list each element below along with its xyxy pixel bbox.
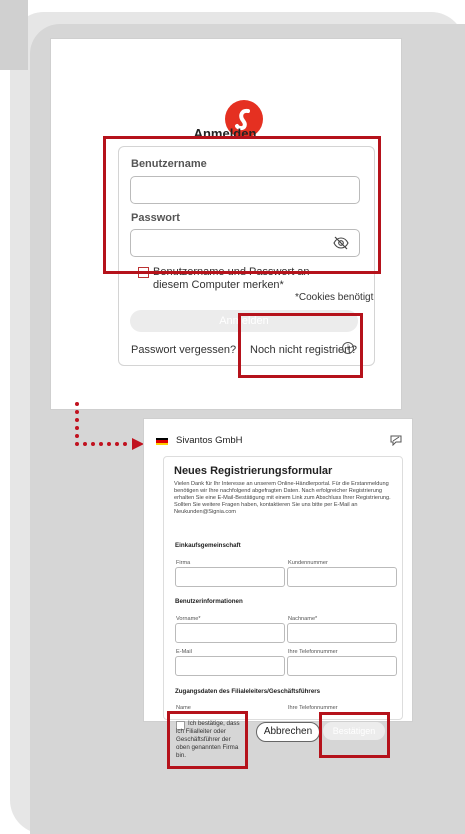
kundennummer-input[interactable] [287,567,397,587]
section-purchasing: Einkaufsgemeinschaft [175,542,241,549]
registration-description: Vielen Dank für Ihr Interesse an unserem… [174,481,391,515]
confirm-label: Ich bestätige, dass ich Filialleiter ode… [176,720,240,759]
firma-label: Firma [176,560,191,566]
email-input[interactable] [175,656,285,676]
info-icon[interactable]: i [342,342,354,354]
telefon-input[interactable] [287,656,397,676]
background-strip [0,0,28,70]
nachname-label: Nachname* [288,616,318,622]
germany-flag-icon [156,438,168,445]
username-input[interactable] [130,176,360,204]
cancel-button[interactable]: Abbrechen [256,722,320,742]
confirm-button[interactable]: Bestätigen [323,722,385,740]
connector-arrow [75,402,144,450]
vorname-input[interactable] [175,623,285,643]
registration-header: Sivantos GmbH [144,419,412,453]
registration-title: Neues Registrierungsformular [174,465,333,477]
nachname-input[interactable] [287,623,397,643]
name-label: Name [176,705,191,711]
username-label: Benutzername [131,158,207,170]
feedback-icon[interactable] [390,434,402,446]
vorname-label: Vorname* [176,616,201,622]
cookies-note: *Cookies benötigt [295,292,374,303]
section-user-info: Benutzerinformationen [175,598,243,605]
telefon2-label: Ihre Telefonnummer [288,705,338,711]
telefon-label: Ihre Telefonnummer [288,649,338,655]
remember-checkbox[interactable] [138,267,149,278]
register-link[interactable]: Noch nicht registriert? [250,344,357,356]
eye-slash-icon[interactable] [333,235,349,251]
section-access: Zugangsdaten des Filialeleiters/Geschäft… [175,688,321,695]
login-button[interactable]: Anmelden [130,310,358,332]
password-input[interactable] [130,229,360,257]
remember-label: Benutzername und Passwort an diesem Comp… [153,266,310,291]
email-label: E-Mail [176,649,192,655]
company-name: Sivantos GmbH [176,435,243,446]
password-label: Passwort [131,212,180,224]
login-title: Anmelden [193,126,257,141]
firma-input[interactable] [175,567,285,587]
forgot-password-link[interactable]: Passwort vergessen? [131,344,236,356]
kundennummer-label: Kundennummer [288,560,328,566]
